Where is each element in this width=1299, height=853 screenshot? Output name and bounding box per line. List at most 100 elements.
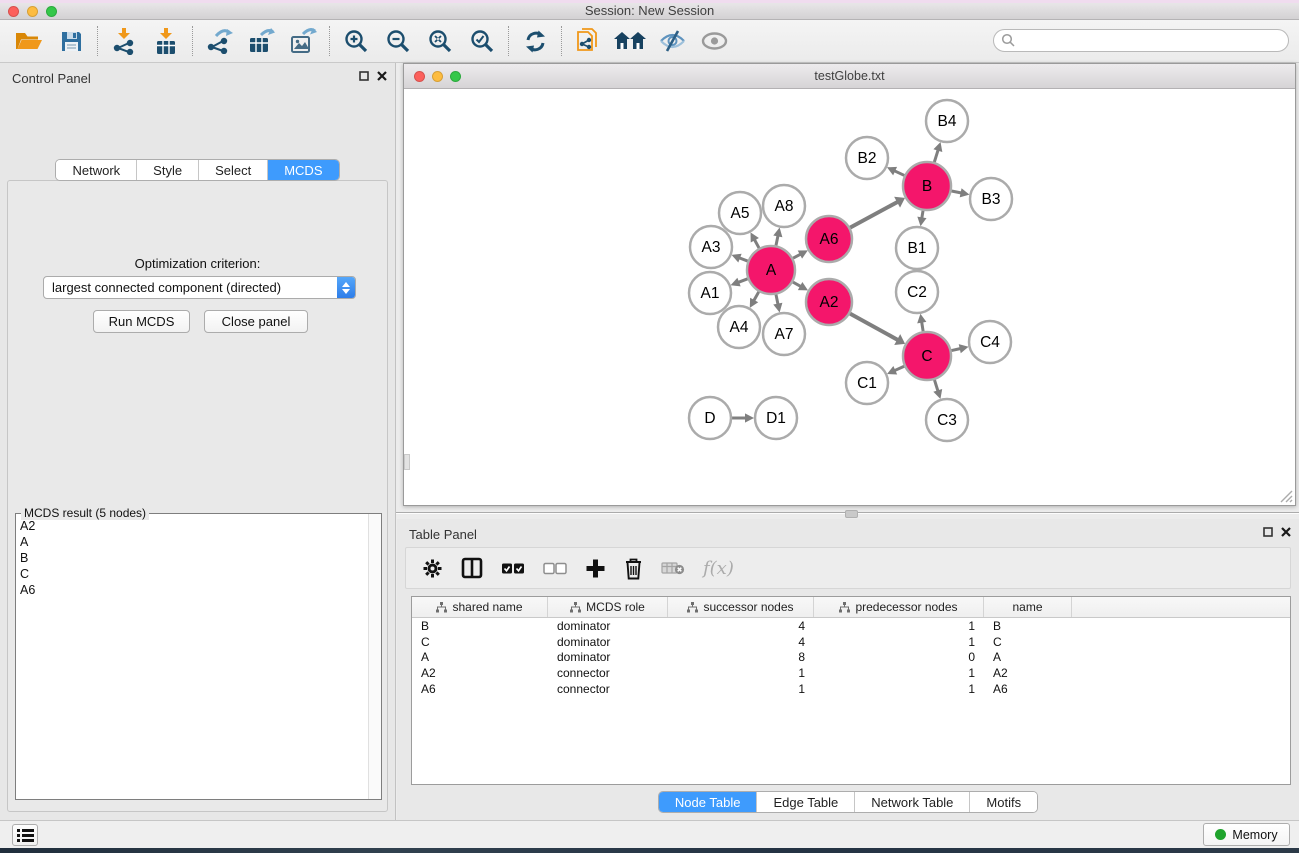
tab-edge-table[interactable]: Edge Table xyxy=(757,792,855,812)
zoom-in-button[interactable] xyxy=(335,23,377,59)
tab-mcds[interactable]: MCDS xyxy=(268,160,338,180)
graph-edge-A-A8[interactable] xyxy=(776,235,778,245)
graph-node-A1[interactable]: A1 xyxy=(689,272,731,314)
graph-node-B1[interactable]: B1 xyxy=(896,227,938,269)
result-item[interactable]: C xyxy=(16,566,368,582)
export-network-button[interactable] xyxy=(198,23,240,59)
show-panels-button[interactable] xyxy=(693,23,735,59)
graph-node-A3[interactable]: A3 xyxy=(690,226,732,268)
deselect-all-rows-button[interactable] xyxy=(543,561,567,576)
close-panel-icon[interactable] xyxy=(377,71,387,81)
float-panel-icon[interactable] xyxy=(1263,527,1273,537)
result-item[interactable]: A xyxy=(16,534,368,550)
network-canvas[interactable]: B4B2BB3A8A5A6A3B1AC2A1A2A4A7C4CC1C3DD1 xyxy=(404,89,1295,505)
split-pane-handle[interactable] xyxy=(845,510,858,518)
table-row[interactable]: Bdominator41B xyxy=(412,618,1290,634)
select-all-rows-button[interactable] xyxy=(501,561,525,576)
graph-node-A[interactable]: A xyxy=(747,246,795,294)
graph-edge-A-A2[interactable] xyxy=(793,282,801,286)
graph-edge-C-C4[interactable] xyxy=(951,349,960,351)
graph-edge-C-C2[interactable] xyxy=(922,322,924,332)
graph-edge-A2-C[interactable] xyxy=(850,314,898,340)
tab-style[interactable]: Style xyxy=(137,160,199,180)
tab-motifs[interactable]: Motifs xyxy=(970,792,1037,812)
import-table-button[interactable] xyxy=(145,23,187,59)
show-columns-button[interactable] xyxy=(461,557,483,579)
export-table-button[interactable] xyxy=(240,23,282,59)
window-resize-grip[interactable] xyxy=(1278,488,1293,503)
graph-node-C2[interactable]: C2 xyxy=(896,271,938,313)
graph-edge-A-A5[interactable] xyxy=(754,239,759,248)
network-window-titlebar[interactable]: testGlobe.txt xyxy=(404,64,1295,89)
task-history-button[interactable] xyxy=(12,824,38,846)
column-header-name[interactable]: name xyxy=(984,597,1072,617)
graph-node-A8[interactable]: A8 xyxy=(763,185,805,227)
import-network-button[interactable] xyxy=(103,23,145,59)
close-panel-icon[interactable] xyxy=(1281,527,1291,537)
graph-edge-B-B2[interactable] xyxy=(894,171,904,176)
memory-button[interactable]: Memory xyxy=(1203,823,1290,846)
graph-edge-B-B4[interactable] xyxy=(934,150,938,162)
graph-node-B3[interactable]: B3 xyxy=(970,178,1012,220)
graph-node-A2[interactable]: A2 xyxy=(806,279,852,325)
tab-network-table[interactable]: Network Table xyxy=(855,792,970,812)
houses-icon-button[interactable] xyxy=(609,23,651,59)
graph-edge-C-C3[interactable] xyxy=(934,380,938,392)
tab-network[interactable]: Network xyxy=(56,160,137,180)
graph-node-C3[interactable]: C3 xyxy=(926,399,968,441)
graph-node-C4[interactable]: C4 xyxy=(969,321,1011,363)
float-panel-icon[interactable] xyxy=(359,71,369,81)
add-column-button[interactable] xyxy=(585,558,606,579)
open-session-button[interactable] xyxy=(8,23,50,59)
column-header-successor-nodes[interactable]: successor nodes xyxy=(668,597,814,617)
graph-node-A4[interactable]: A4 xyxy=(718,306,760,348)
table-row[interactable]: Adominator80A xyxy=(412,650,1290,666)
column-header-MCDS-role[interactable]: MCDS role xyxy=(548,597,668,617)
graph-edge-B-B1[interactable] xyxy=(922,211,923,219)
zoom-fit-button[interactable] xyxy=(419,23,461,59)
result-scrollbar[interactable] xyxy=(368,514,381,799)
result-item[interactable]: B xyxy=(16,550,368,566)
search-field[interactable] xyxy=(993,29,1289,52)
graph-edge-A6-B[interactable] xyxy=(850,202,898,228)
search-input[interactable] xyxy=(1016,32,1288,50)
graph-node-A6[interactable]: A6 xyxy=(806,216,852,262)
view-edge-widget[interactable] xyxy=(404,454,410,470)
graph-edge-A-A7[interactable] xyxy=(776,294,778,304)
graph-node-D[interactable]: D xyxy=(689,397,731,439)
zoom-out-button[interactable] xyxy=(377,23,419,59)
run-mcds-button[interactable]: Run MCDS xyxy=(93,310,190,333)
graph-edge-B-B3[interactable] xyxy=(951,191,961,193)
table-row[interactable]: A2connector11A2 xyxy=(412,665,1290,681)
graph-node-C[interactable]: C xyxy=(903,332,951,380)
graph-node-B[interactable]: B xyxy=(903,162,951,210)
save-session-button[interactable] xyxy=(50,23,92,59)
graph-edge-A-A3[interactable] xyxy=(739,258,748,261)
column-header-shared-name[interactable]: shared name xyxy=(412,597,548,617)
graph-edge-A-A6[interactable] xyxy=(793,254,801,258)
result-item[interactable]: A2 xyxy=(16,518,368,534)
column-header-predecessor-nodes[interactable]: predecessor nodes xyxy=(814,597,984,617)
graph-node-A5[interactable]: A5 xyxy=(719,192,761,234)
table-row[interactable]: Cdominator41C xyxy=(412,634,1290,650)
table-row[interactable]: A6connector11A6 xyxy=(412,681,1290,697)
delete-column-button[interactable] xyxy=(624,557,643,580)
close-panel-button[interactable]: Close panel xyxy=(204,310,308,333)
table-settings-button[interactable] xyxy=(422,558,443,579)
graph-node-D1[interactable]: D1 xyxy=(755,397,797,439)
new-network-from-selection-button[interactable] xyxy=(567,23,609,59)
hide-panels-button[interactable] xyxy=(651,23,693,59)
graph-node-C1[interactable]: C1 xyxy=(846,362,888,404)
graph-edge-C-C1[interactable] xyxy=(894,366,904,370)
export-image-button[interactable] xyxy=(282,23,324,59)
apply-layout-button[interactable] xyxy=(514,23,556,59)
tab-select[interactable]: Select xyxy=(199,160,268,180)
criterion-dropdown[interactable]: largest connected component (directed) xyxy=(43,276,356,299)
tab-node-table[interactable]: Node Table xyxy=(659,792,758,812)
graph-node-B4[interactable]: B4 xyxy=(926,100,968,142)
graph-node-B2[interactable]: B2 xyxy=(846,137,888,179)
graph-edge-A-A4[interactable] xyxy=(754,292,759,301)
graph-edge-A-A1[interactable] xyxy=(738,279,748,283)
zoom-selected-button[interactable] xyxy=(461,23,503,59)
result-item[interactable]: A6 xyxy=(16,582,368,598)
